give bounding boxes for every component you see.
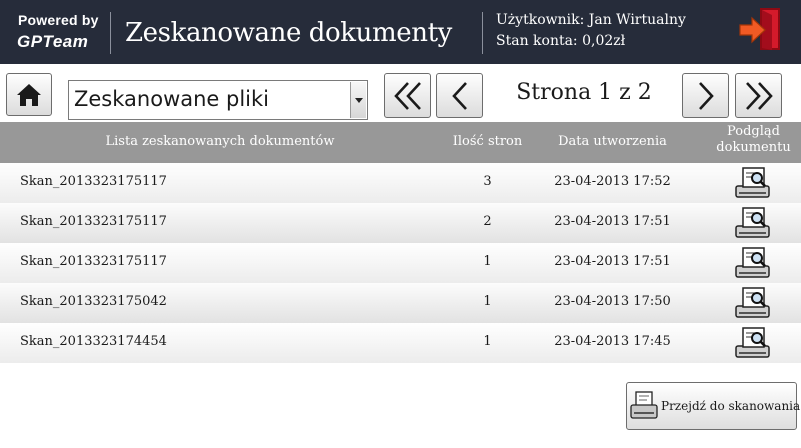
document-name: Skan_2013323174454 (20, 334, 167, 349)
dropdown-arrow[interactable] (350, 82, 366, 118)
go-to-scanning-label: Przejdź do skanowania (661, 399, 801, 413)
column-header-name: Lista zeskanowanych dokumentów (105, 134, 335, 149)
home-icon (17, 83, 41, 106)
app-header: Powered by GPTeam Zeskanowane dokumenty … (0, 0, 801, 64)
double-chevron-right-icon (745, 81, 773, 110)
document-page-count: 1 (483, 254, 492, 269)
table-header: Lista zeskanowanych dokumentów Ilość str… (0, 122, 801, 163)
preview-button[interactable] (734, 326, 772, 360)
header-divider (110, 12, 111, 54)
page-title: Zeskanowane dokumenty (125, 18, 452, 48)
scanner-icon (630, 391, 658, 419)
table-row[interactable]: Skan_2013323175117 2 23-04-2013 17:51 (0, 203, 801, 243)
document-preview-icon (735, 287, 770, 318)
chevron-down-icon (354, 97, 363, 103)
column-header-date: Data utworzenia (558, 134, 667, 149)
account-balance-label: Stan konta: 0,02zł (496, 33, 626, 49)
table-row[interactable]: Skan_2013323175117 3 23-04-2013 17:52 (0, 163, 801, 203)
table-row[interactable]: Skan_2013323175042 1 23-04-2013 17:50 (0, 283, 801, 323)
document-created-date: 23-04-2013 17:52 (554, 174, 671, 189)
chevron-left-icon (451, 81, 467, 110)
brand-logo: GPTeam (17, 32, 89, 51)
logout-button[interactable] (738, 6, 784, 54)
document-name: Skan_2013323175117 (20, 174, 167, 189)
folder-select-value: Zeskanowane pliki (74, 87, 270, 111)
table-row[interactable]: Skan_2013323175117 1 23-04-2013 17:51 (0, 243, 801, 283)
user-name-label: Użytkownik: Jan Wirtualny (496, 12, 686, 28)
powered-by-label: Powered by (18, 12, 99, 28)
table-row[interactable]: Skan_2013323174454 1 23-04-2013 17:45 (0, 323, 801, 363)
home-button[interactable] (6, 73, 52, 116)
first-page-button[interactable] (384, 73, 431, 118)
document-preview-icon (735, 327, 770, 358)
document-created-date: 23-04-2013 17:45 (554, 334, 671, 349)
preview-button[interactable] (734, 166, 772, 200)
document-preview-icon (735, 207, 770, 238)
header-divider (482, 12, 483, 54)
preview-button[interactable] (734, 246, 772, 280)
go-to-scanning-button[interactable]: Przejdź do skanowania (626, 382, 801, 430)
documents-table: Skan_2013323175117 3 23-04-2013 17:52 Sk… (0, 163, 801, 363)
preview-button[interactable] (734, 206, 772, 240)
document-preview-icon (735, 247, 770, 278)
last-page-button[interactable] (735, 73, 782, 118)
document-preview-icon (735, 167, 770, 198)
folder-select[interactable]: Zeskanowane pliki (68, 80, 368, 120)
document-created-date: 23-04-2013 17:50 (554, 294, 671, 309)
preview-button[interactable] (734, 286, 772, 320)
document-created-date: 23-04-2013 17:51 (554, 214, 671, 229)
document-created-date: 23-04-2013 17:51 (554, 254, 671, 269)
document-page-count: 3 (483, 174, 492, 189)
page-indicator: Strona 1 z 2 (516, 80, 652, 105)
chevron-right-icon (698, 81, 714, 110)
document-page-count: 1 (483, 294, 492, 309)
document-name: Skan_2013323175042 (20, 294, 167, 309)
double-chevron-left-icon (393, 81, 421, 110)
document-page-count: 1 (483, 334, 492, 349)
previous-page-button[interactable] (436, 73, 483, 118)
document-name: Skan_2013323175117 (20, 254, 167, 269)
next-page-button[interactable] (682, 73, 729, 118)
document-page-count: 2 (483, 214, 492, 229)
exit-door-icon (739, 8, 780, 50)
document-name: Skan_2013323175117 (20, 214, 167, 229)
column-header-pages: Ilość stron (452, 134, 523, 149)
column-header-preview: Podgląd dokumentu (716, 124, 791, 155)
